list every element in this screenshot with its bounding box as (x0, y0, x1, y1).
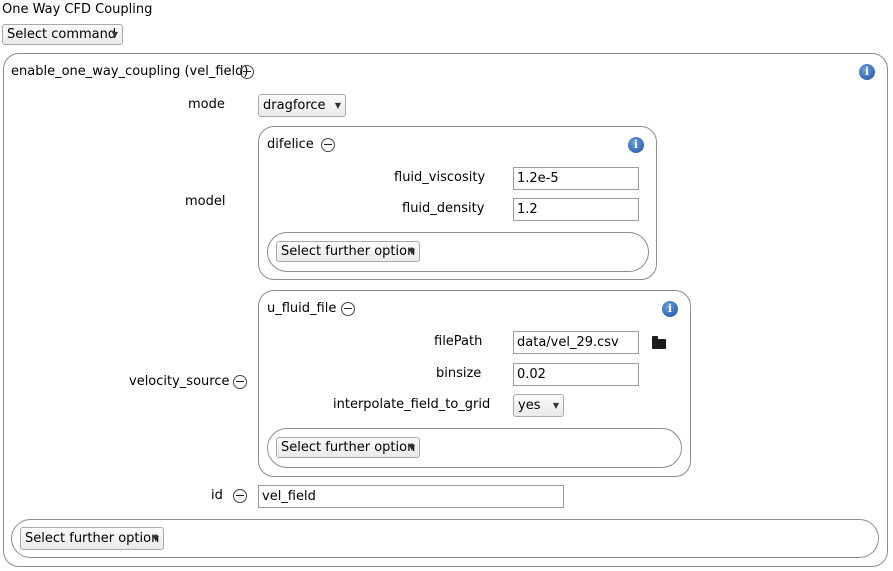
collapse-u-fluid-file-icon[interactable] (341, 302, 355, 316)
collapse-main-panel-icon[interactable] (240, 65, 254, 79)
u-fluid-file-title: u_fluid_file (267, 301, 337, 316)
fluid-density-label: fluid_density (402, 201, 485, 216)
binsize-input[interactable]: 0.02 (513, 363, 639, 386)
window-title: One Way CFD Coupling (2, 2, 153, 17)
u-fluid-file-further-option-dropdown[interactable]: Select further option ▼ (276, 437, 420, 458)
interpolate-field-dropdown[interactable]: yes ▼ (513, 394, 564, 417)
fluid-viscosity-label: fluid_viscosity (394, 170, 486, 185)
model-label: model (185, 194, 226, 209)
main-further-option-label: Select further option (25, 531, 160, 546)
fluid-viscosity-input[interactable]: 1.2e-5 (513, 167, 639, 190)
caret-down-icon: ▼ (408, 443, 415, 452)
filepath-input[interactable]: data/vel_29.csv (513, 331, 639, 354)
interpolate-field-label: interpolate_field_to_grid (333, 397, 491, 412)
difelice-title: difelice (267, 137, 314, 152)
velocity-source-label: velocity_source (129, 374, 230, 389)
folder-icon[interactable] (652, 336, 666, 349)
collapse-velocity-source-icon[interactable] (233, 375, 247, 389)
info-icon[interactable]: i (859, 64, 875, 80)
interpolate-field-value: yes (518, 398, 541, 413)
collapse-difelice-icon[interactable] (321, 138, 335, 152)
caret-down-icon: ▼ (334, 101, 341, 110)
select-command-dropdown[interactable]: Select command ▼ (2, 24, 123, 45)
difelice-further-option-label: Select further option (281, 244, 416, 259)
mode-dropdown[interactable]: dragforce ▼ (258, 94, 346, 117)
caret-down-icon: ▼ (152, 534, 159, 543)
id-input[interactable]: vel_field (258, 485, 564, 508)
collapse-id-icon[interactable] (233, 489, 247, 503)
main-further-option-dropdown[interactable]: Select further option ▼ (20, 527, 164, 550)
caret-down-icon: ▼ (408, 247, 415, 256)
mode-value: dragforce (263, 98, 326, 113)
fluid-density-input[interactable]: 1.2 (513, 198, 639, 221)
mode-label: mode (188, 97, 225, 112)
filepath-label: filePath (434, 334, 483, 349)
select-command-label: Select command (7, 27, 117, 42)
u-fluid-file-further-option-label: Select further option (281, 440, 416, 455)
caret-down-icon: ▼ (552, 401, 559, 410)
id-label: id (211, 488, 223, 503)
main-panel-title: enable_one_way_coupling (vel_field) (11, 64, 249, 79)
caret-down-icon: ▼ (111, 30, 118, 39)
info-icon[interactable]: i (628, 137, 644, 153)
difelice-further-option-dropdown[interactable]: Select further option ▼ (276, 241, 420, 262)
binsize-label: binsize (436, 366, 482, 381)
info-icon[interactable]: i (662, 301, 678, 317)
